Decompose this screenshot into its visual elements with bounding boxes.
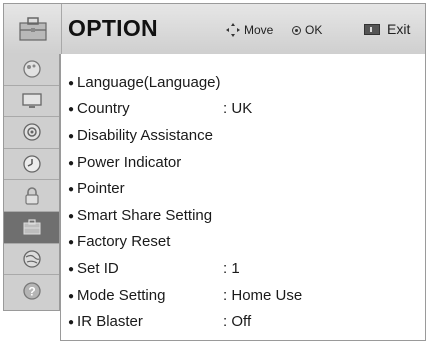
menu-item-value: : 1 bbox=[223, 259, 240, 277]
bullet-icon: ● bbox=[68, 130, 75, 142]
menu-item-label: Smart Share Setting bbox=[77, 206, 213, 224]
exit-label: Exit bbox=[387, 21, 411, 37]
option-toolbox-icon bbox=[4, 4, 62, 54]
menu-item-label: Set ID bbox=[77, 259, 119, 277]
bullet-icon: ● bbox=[68, 184, 75, 196]
exit-button[interactable]: Exit bbox=[364, 21, 410, 37]
bullet-icon: ● bbox=[68, 104, 75, 116]
bullet-icon: ● bbox=[68, 237, 75, 249]
menu-item-label: Pointer bbox=[77, 180, 125, 198]
move-hint: Move bbox=[226, 23, 273, 37]
help-icon: ? bbox=[22, 282, 41, 300]
menu-item-ir-blaster[interactable]: ● IR Blaster : Off bbox=[68, 308, 302, 335]
menu-item-factory-reset[interactable]: ● Factory Reset bbox=[68, 229, 302, 256]
option-menu-panel: ● Language(Language) ● Country : UK ● Di… bbox=[60, 54, 426, 341]
ok-button-icon bbox=[292, 25, 301, 35]
bullet-icon: ● bbox=[68, 263, 75, 275]
menu-item-smart-share-setting[interactable]: ● Smart Share Setting bbox=[68, 202, 302, 229]
page-title: OPTION bbox=[68, 15, 158, 41]
bullet-icon: ● bbox=[68, 157, 75, 169]
bullet-icon: ● bbox=[68, 317, 75, 329]
clock-icon bbox=[22, 155, 41, 173]
sidebar-item-network[interactable] bbox=[4, 244, 59, 276]
menu-item-country[interactable]: ● Country : UK bbox=[68, 96, 302, 123]
exit-key-icon bbox=[364, 23, 380, 35]
sidebar-item-option[interactable] bbox=[4, 211, 59, 244]
bullet-icon: ● bbox=[68, 77, 75, 89]
bullet-icon: ● bbox=[68, 290, 75, 302]
dpad-icon bbox=[226, 23, 240, 37]
header-bar: OPTION Move OK Exit bbox=[3, 3, 426, 55]
sidebar-item-support[interactable]: ? bbox=[4, 275, 59, 307]
menu-item-language[interactable]: ● Language(Language) bbox=[68, 69, 302, 96]
menu-item-mode-setting[interactable]: ● Mode Setting : Home Use bbox=[68, 282, 302, 309]
menu-item-label: Country bbox=[77, 100, 130, 118]
menu-item-label: Disability Assistance bbox=[77, 126, 213, 144]
category-sidebar: ? bbox=[3, 54, 60, 311]
menu-item-label: IR Blaster bbox=[77, 313, 143, 331]
menu-item-value: : Off bbox=[223, 313, 252, 331]
sidebar-item-picture[interactable] bbox=[4, 54, 59, 86]
globe-icon bbox=[22, 250, 41, 268]
option-list: ● Language(Language) ● Country : UK ● Di… bbox=[68, 69, 302, 335]
bullet-icon: ● bbox=[68, 210, 75, 222]
sidebar-item-time[interactable] bbox=[4, 149, 59, 181]
ok-label: OK bbox=[305, 23, 323, 37]
ok-hint: OK bbox=[292, 23, 322, 37]
lock-icon bbox=[24, 186, 39, 205]
option-toolbox-icon bbox=[23, 219, 40, 235]
menu-item-power-indicator[interactable]: ● Power Indicator bbox=[68, 149, 302, 176]
sidebar-item-audio[interactable] bbox=[4, 117, 59, 149]
sidebar-item-lock[interactable] bbox=[4, 180, 59, 212]
menu-item-pointer[interactable]: ● Pointer bbox=[68, 175, 302, 202]
menu-item-label: Language(Language) bbox=[77, 73, 221, 91]
menu-item-label: Factory Reset bbox=[77, 233, 171, 251]
svg-text:?: ? bbox=[28, 284, 35, 298]
speaker-icon bbox=[22, 123, 41, 142]
menu-item-set-id[interactable]: ● Set ID : 1 bbox=[68, 255, 302, 282]
move-label: Move bbox=[244, 23, 274, 37]
picture-settings-icon bbox=[22, 60, 41, 78]
screen-icon bbox=[21, 93, 42, 108]
menu-item-label: Mode Setting bbox=[77, 286, 166, 304]
sidebar-item-screen[interactable] bbox=[4, 86, 59, 118]
menu-item-label: Power Indicator bbox=[77, 153, 182, 171]
menu-item-disability-assistance[interactable]: ● Disability Assistance bbox=[68, 122, 302, 149]
menu-item-value: : UK bbox=[223, 100, 253, 118]
menu-item-value: : Home Use bbox=[223, 286, 303, 304]
